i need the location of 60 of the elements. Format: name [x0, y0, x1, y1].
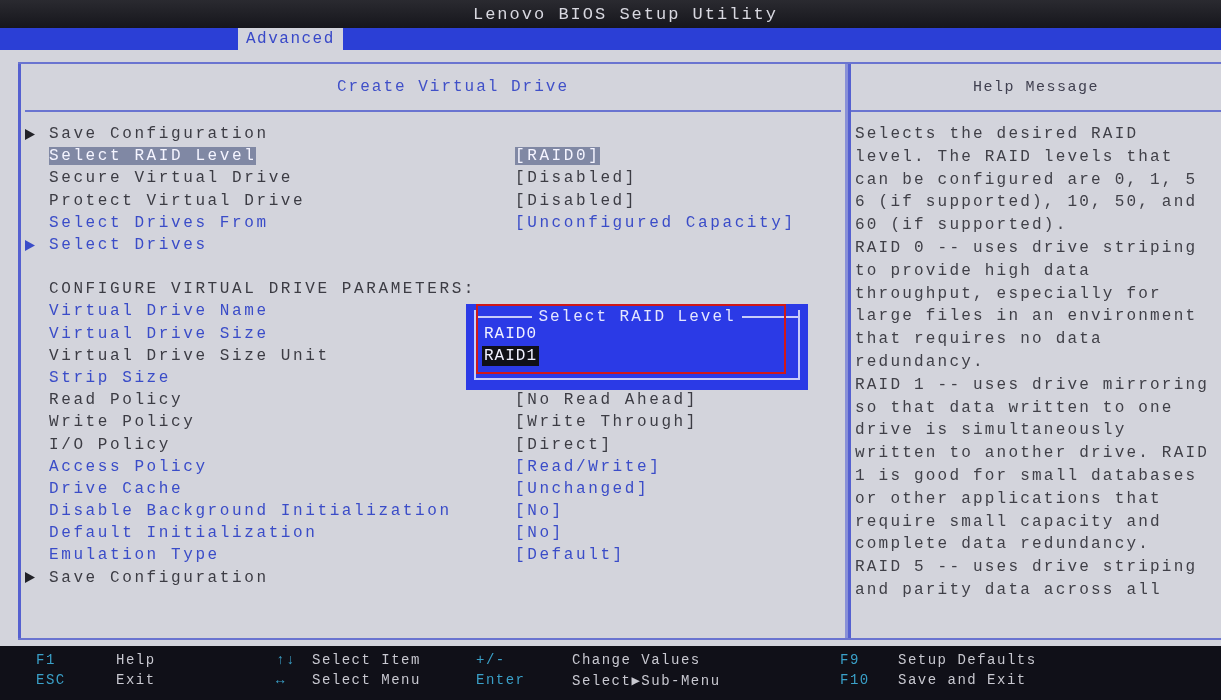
submenu-link[interactable]: Select Drives [49, 236, 208, 255]
key-action: Save and Exit [898, 672, 1028, 690]
key-action: Select▶Sub-Menu [572, 672, 722, 691]
setting-label[interactable]: Disable Background Initialization [49, 502, 452, 521]
key-label: ↔ [276, 672, 287, 690]
window-title: Lenovo BIOS Setup Utility [472, 4, 778, 24]
setting-value[interactable]: [No] [515, 502, 564, 521]
panel-title: Help Message [973, 78, 1099, 96]
key-label: F1 [36, 652, 57, 670]
setting-value[interactable]: [No Read Ahead] [515, 391, 699, 410]
key-action: Select Item [312, 652, 422, 670]
setting-value[interactable]: [Unchanged] [515, 479, 650, 498]
key-label: ESC [36, 672, 67, 690]
popup-title: Select RAID Level [538, 308, 736, 326]
setting-label[interactable]: Secure Virtual Drive [49, 169, 294, 188]
key-action: Setup Defaults [898, 652, 1038, 670]
setting-label[interactable]: Read Policy [49, 391, 184, 410]
submenu-link[interactable]: Save Configuration [49, 568, 269, 587]
panel-title: Create Virtual Drive [336, 78, 569, 96]
key-action: Help [116, 652, 157, 670]
setting-value[interactable]: [Read/Write] [515, 457, 662, 476]
setting-label[interactable]: I/O Policy [49, 435, 171, 454]
raid-level-menu[interactable]: Select RAID Level RAID0 RAID1 [466, 304, 808, 390]
setting-value[interactable]: [Disabled] [515, 191, 637, 210]
setting-label[interactable]: Virtual Drive Size Unit [49, 346, 330, 365]
menu-tab[interactable]: Advanced [238, 28, 343, 50]
setting-value[interactable]: [RAID0] [515, 147, 601, 166]
key-action: Change Values [572, 652, 702, 670]
key-action: Exit [116, 672, 157, 690]
setting-label[interactable]: Virtual Drive Name [49, 302, 269, 321]
setting-label[interactable]: Select Drives From [49, 213, 269, 232]
key-label: Enter [476, 672, 527, 690]
section-heading: CONFIGURE VIRTUAL DRIVE PARAMETERS: [49, 280, 477, 299]
setting-value[interactable]: [Unconfigured Capacity] [515, 213, 796, 232]
submenu-link[interactable]: Save Configuration [49, 125, 269, 144]
key-label: ↑↓ [276, 652, 297, 670]
popup-option[interactable]: RAID0 [482, 324, 539, 344]
setting-label[interactable]: Write Policy [49, 413, 196, 432]
help-text: Selects the desired RAID level. The RAID levels that can be configured are 0, 1, 5 6 (if supported), 10, 50, and 60 (if supported). RAID 0 -- uses drive striping to provide high data throughput, especially for large files in an environment that requires no data redundancy. RAID 1 -- uses drive mirroring so that data written to one drive is simultaneously written to another drive. RAID 1 is good for small databases or other applications that require small capacity and complete data redundancy. RAID 5 -- uses drive striping and parity data across all [854, 124, 1211, 601]
setting-label[interactable]: Protect Virtual Drive [49, 191, 306, 210]
setting-label[interactable]: Emulation Type [49, 546, 220, 565]
triangle-icon [25, 128, 35, 140]
setting-label[interactable]: Select RAID Level [49, 147, 257, 166]
setting-label[interactable]: Strip Size [49, 368, 171, 387]
setting-label[interactable]: Default Initialization [49, 524, 318, 543]
key-label: F9 [840, 652, 861, 670]
setting-label[interactable]: Access Policy [49, 457, 208, 476]
key-label: +/- [476, 652, 507, 670]
setting-value[interactable]: [No] [515, 524, 564, 543]
triangle-icon [25, 572, 35, 584]
setting-value[interactable]: [Write Through] [515, 413, 699, 432]
setting-label[interactable]: Drive Cache [49, 479, 184, 498]
key-action: Select Menu [312, 672, 422, 690]
key-label: F10 [840, 672, 871, 690]
setting-value[interactable]: [Disabled] [515, 169, 637, 188]
setting-label[interactable]: Virtual Drive Size [49, 324, 269, 343]
triangle-icon [25, 239, 35, 251]
setting-value[interactable]: [Default] [515, 546, 625, 565]
popup-option[interactable]: RAID1 [482, 346, 539, 366]
setting-value[interactable]: [Direct] [515, 435, 613, 454]
